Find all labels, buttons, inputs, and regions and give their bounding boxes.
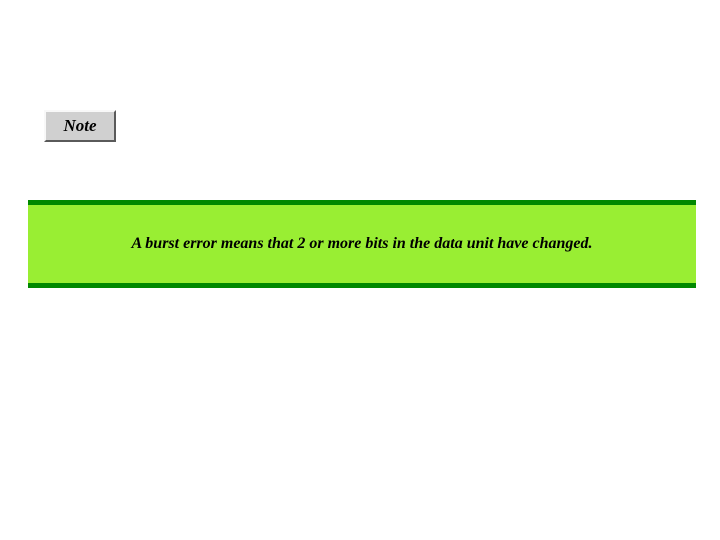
note-label: Note <box>44 110 116 142</box>
definition-text: A burst error means that 2 or more bits … <box>132 235 593 253</box>
note-label-text: Note <box>63 116 96 136</box>
definition-banner: A burst error means that 2 or more bits … <box>28 200 696 288</box>
